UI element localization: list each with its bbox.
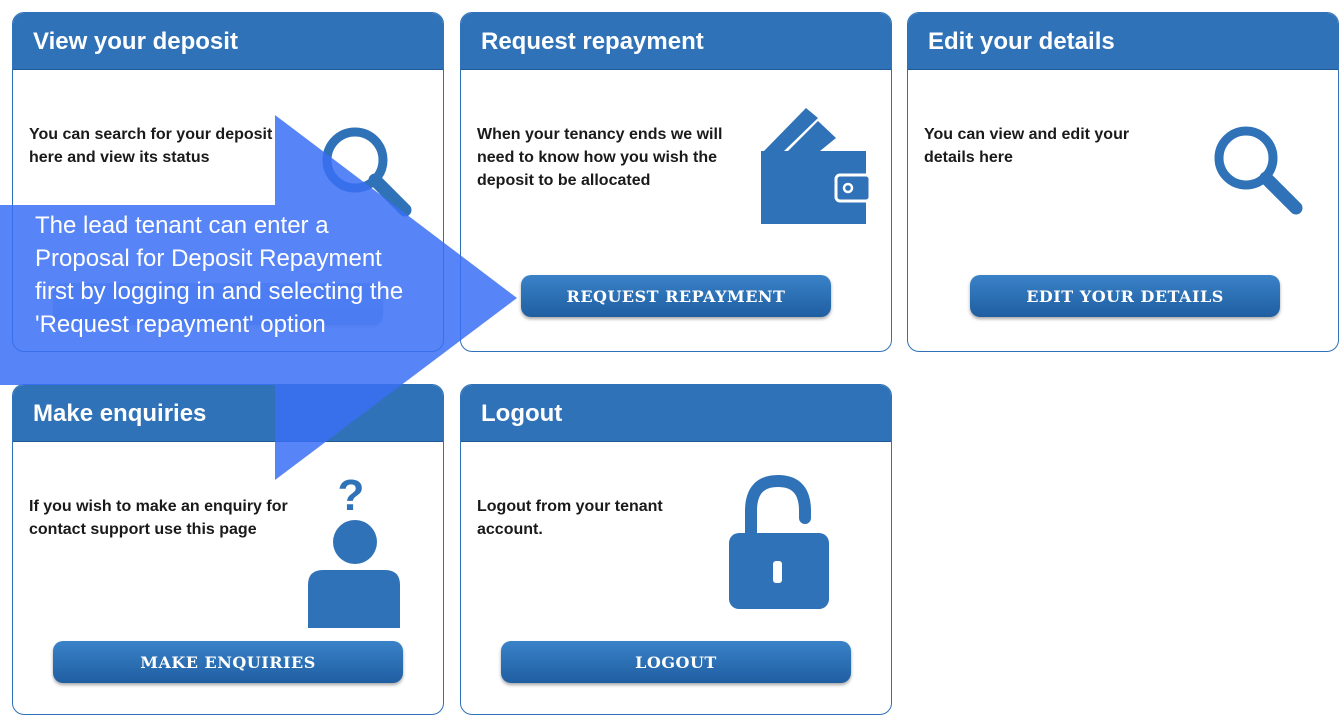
tenant-dashboard: View your deposit You can search for you… bbox=[0, 0, 1339, 715]
make-enquiries-card: Make enquiries If you wish to make an en… bbox=[12, 384, 444, 715]
question-person-icon: ? bbox=[308, 471, 400, 628]
card-title: Logout bbox=[461, 385, 891, 442]
unlock-icon bbox=[729, 474, 829, 609]
logout-button[interactable]: LOGOUT bbox=[501, 641, 851, 683]
card-description: You can view and edit your details here bbox=[924, 126, 1130, 166]
edit-details-card: Edit your details You can view and edit … bbox=[907, 12, 1339, 352]
svg-text:?: ? bbox=[338, 471, 365, 520]
card-title: Request repayment bbox=[461, 13, 891, 70]
card-description: Logout from your tenant account. bbox=[477, 498, 663, 538]
request-repayment-card: Request repayment When your tenancy ends… bbox=[460, 12, 892, 352]
card-description: You can search for your deposit here and… bbox=[29, 126, 273, 166]
make-enquiries-button[interactable]: MAKE ENQUIRIES bbox=[53, 641, 403, 683]
card-description: When your tenancy ends we will need to k… bbox=[477, 126, 723, 189]
card-title: Make enquiries bbox=[13, 385, 443, 442]
wallet-icon bbox=[761, 108, 872, 224]
logout-card: Logout Logout from your tenant account. … bbox=[460, 384, 892, 715]
card-description: If you wish to make an enquiry for conta… bbox=[29, 498, 288, 538]
callout-text: The lead tenant can enter a Proposal for… bbox=[35, 212, 404, 338]
card-title: Edit your details bbox=[908, 13, 1338, 70]
card-title: View your deposit bbox=[13, 13, 443, 70]
request-repayment-button[interactable]: REQUEST REPAYMENT bbox=[521, 275, 831, 317]
search-icon bbox=[1214, 126, 1303, 215]
edit-details-button[interactable]: EDIT YOUR DETAILS bbox=[970, 275, 1280, 317]
